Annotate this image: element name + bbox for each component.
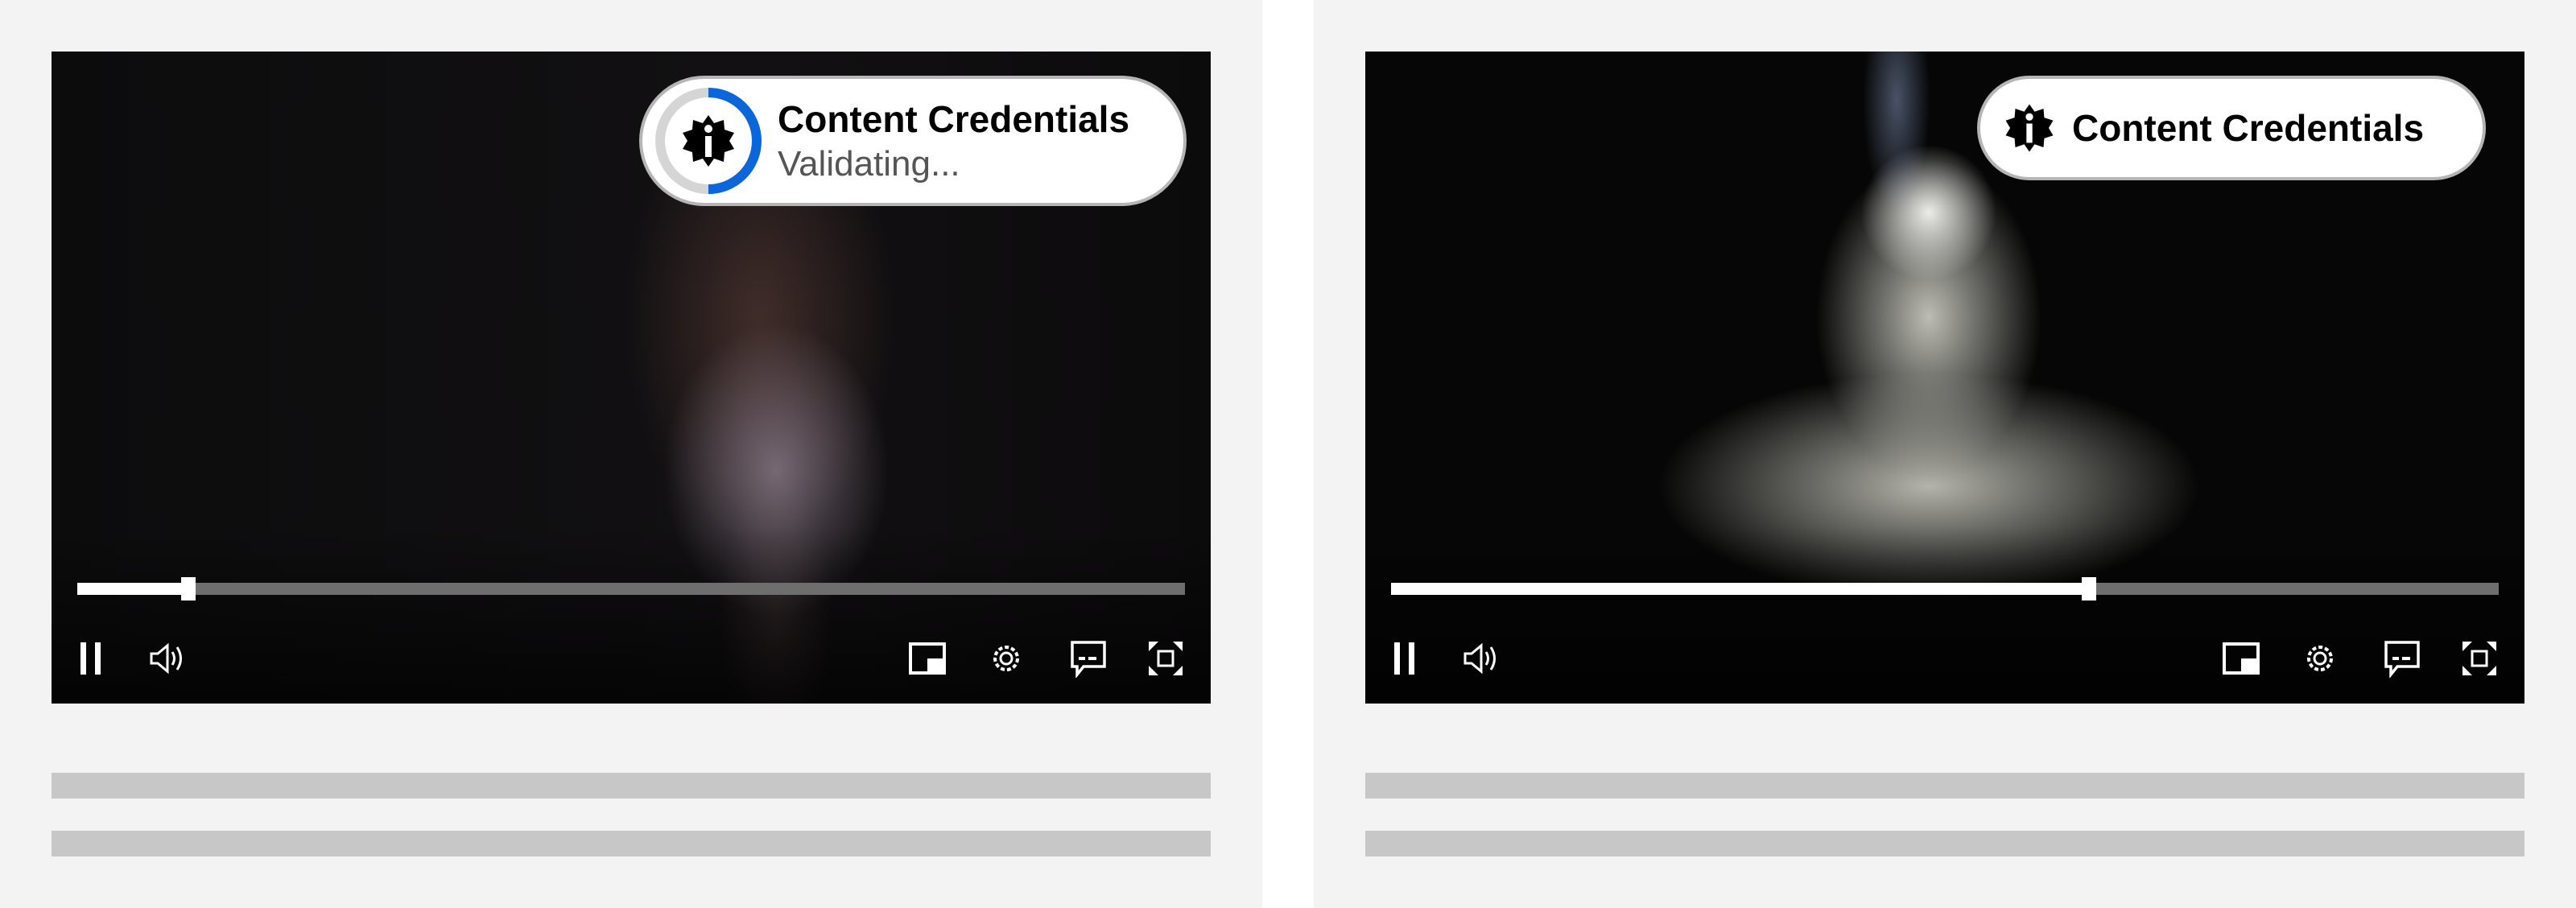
- text-placeholder: [1365, 831, 2524, 856]
- pause-icon: [80, 642, 101, 675]
- settings-icon: [2307, 646, 2333, 671]
- progress-fill: [77, 583, 188, 595]
- text-placeholder: [52, 831, 1211, 856]
- fullscreen-icon: [1149, 642, 1183, 675]
- pause-icon: [1394, 642, 1414, 675]
- panel-validated: Content Credentials: [1314, 0, 2576, 908]
- controls-gradient: [52, 526, 1211, 704]
- content-credentials-badge[interactable]: Content Credentials: [1977, 76, 2486, 180]
- text-placeholder: [1365, 773, 2524, 799]
- progress-bar[interactable]: [77, 577, 1185, 601]
- video-player[interactable]: Content Credentials: [1365, 52, 2524, 704]
- volume-button[interactable]: [1462, 639, 1501, 678]
- badge-title: Content Credentials: [778, 98, 1130, 140]
- fullscreen-button[interactable]: [1146, 639, 1185, 678]
- progress-thumb[interactable]: [180, 577, 196, 601]
- settings-icon: [993, 646, 1019, 671]
- captions-icon: [1071, 641, 1106, 678]
- content-credentials-badge[interactable]: Content Credentials Validating...: [639, 76, 1187, 206]
- progress-bar[interactable]: [1391, 577, 2499, 601]
- captions-icon: [2384, 641, 2420, 678]
- picture-in-picture-icon: [2223, 642, 2260, 675]
- captions-button[interactable]: [2383, 639, 2421, 678]
- text-placeholder: [52, 773, 1211, 799]
- progress-fill: [1391, 583, 2089, 595]
- captions-button[interactable]: [1069, 639, 1108, 678]
- validating-spinner-icon: [655, 88, 762, 194]
- settings-button[interactable]: [987, 639, 1026, 678]
- badge-status: Validating...: [778, 144, 960, 184]
- fullscreen-button[interactable]: [2460, 639, 2499, 678]
- picture-in-picture-button[interactable]: [2222, 639, 2260, 678]
- volume-button[interactable]: [148, 639, 187, 678]
- volume-icon: [150, 642, 182, 675]
- progress-thumb[interactable]: [2081, 577, 2096, 601]
- settings-button[interactable]: [2301, 639, 2339, 678]
- panel-validating: Content Credentials Validating...: [0, 0, 1262, 908]
- controls-gradient: [1365, 526, 2524, 704]
- pause-button[interactable]: [1391, 639, 1430, 678]
- info-seal-icon: [2005, 104, 2054, 152]
- picture-in-picture-button[interactable]: [908, 639, 947, 678]
- picture-in-picture-icon: [909, 642, 946, 675]
- badge-title: Content Credentials: [2072, 107, 2425, 149]
- volume-icon: [1463, 642, 1496, 675]
- fullscreen-icon: [2462, 642, 2496, 675]
- video-player[interactable]: Content Credentials Validating...: [52, 52, 1211, 704]
- pause-button[interactable]: [77, 639, 116, 678]
